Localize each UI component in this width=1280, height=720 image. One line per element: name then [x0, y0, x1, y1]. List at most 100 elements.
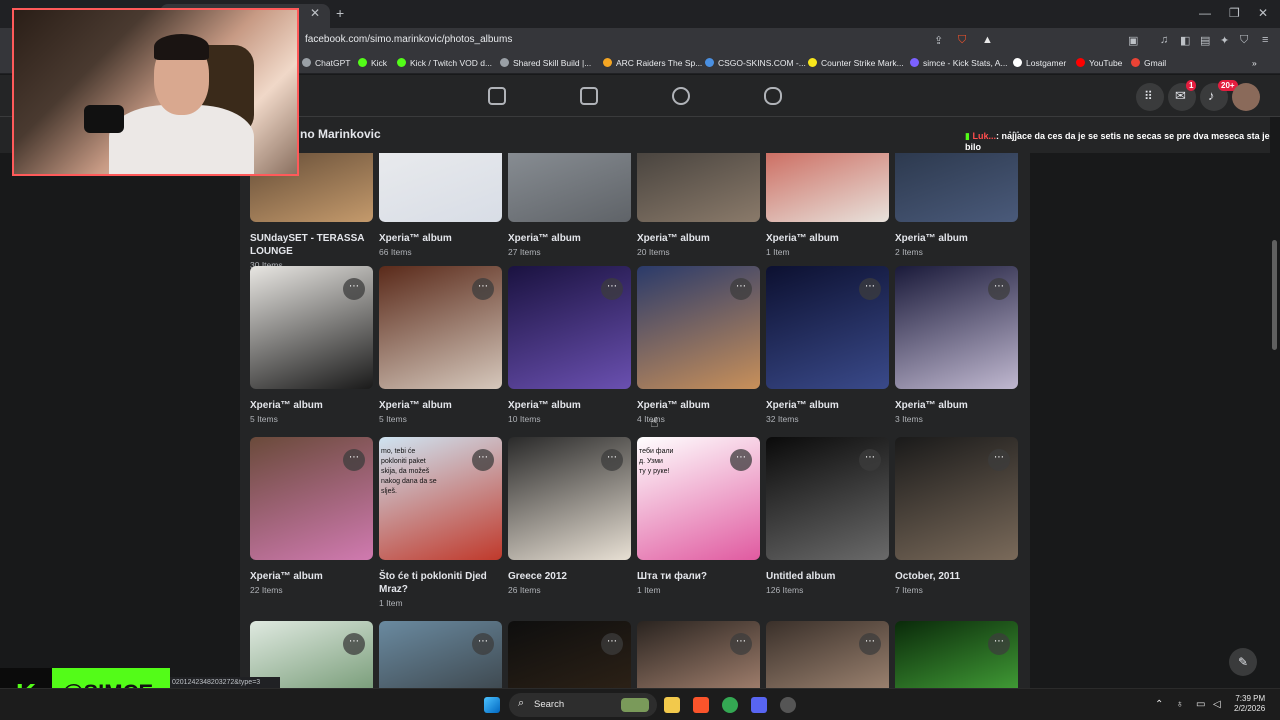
gaming-icon[interactable] — [764, 87, 782, 105]
album-thumbnail[interactable]: ⋯ — [895, 266, 1018, 389]
taskbar-search[interactable]: ⌕ Search — [509, 693, 657, 717]
album-options-button[interactable]: ⋯ — [343, 278, 365, 300]
album-thumbnail[interactable]: ⋯ — [637, 621, 760, 688]
album-options-button[interactable]: ⋯ — [472, 449, 494, 471]
album-thumbnail[interactable]: ⋯ — [766, 621, 889, 688]
album-card[interactable]: Xperia™ album 2 Items — [895, 153, 1018, 257]
album-options-button[interactable]: ⋯ — [472, 633, 494, 655]
brave-icon[interactable] — [693, 697, 709, 713]
album-thumbnail[interactable]: ⋯ — [379, 266, 502, 389]
bookmark-item[interactable]: Counter Strike Mark... — [808, 58, 904, 68]
album-card[interactable]: ⋯ Xperia™ album 32 Items — [766, 266, 889, 424]
address-bar[interactable]: facebook.com/simo.marinkovic/photos_albu… — [305, 34, 512, 45]
album-card[interactable]: ⋯ Greece 2012 26 Items — [508, 437, 631, 595]
volume-icon[interactable]: ◁ — [1213, 699, 1221, 710]
menu-grid-button[interactable]: ⠿ — [1136, 83, 1164, 111]
album-card[interactable]: теби фали д. Узми ту у руке! ⋯ Шта ти фали… — [637, 437, 760, 595]
album-options-button[interactable]: ⋯ — [343, 449, 365, 471]
album-card[interactable]: ⋯ Xperia™ album 5 Items — [379, 266, 502, 424]
menu-icon[interactable]: ≡ — [1262, 34, 1268, 46]
album-thumbnail[interactable]: ⋯ — [508, 437, 631, 560]
scrollbar-thumb[interactable] — [1272, 240, 1277, 350]
album-card[interactable]: mo, tebi će pokloniti paket skija, da mo… — [379, 437, 502, 608]
album-options-button[interactable]: ⋯ — [601, 449, 623, 471]
album-card[interactable]: ⋯ Xperia™ album 4 Items — [637, 266, 760, 424]
album-card[interactable]: ⋯ — [508, 621, 631, 688]
rewards-icon[interactable]: ▲ — [982, 34, 993, 46]
album-thumbnail[interactable]: ⋯ — [895, 437, 1018, 560]
album-thumbnail[interactable]: ⋯ — [508, 621, 631, 688]
bookmark-item[interactable]: Kick / Twitch VOD d... — [397, 58, 492, 68]
album-title[interactable]: Xperia™ album — [637, 399, 760, 412]
album-thumbnail[interactable]: ⋯ — [637, 266, 760, 389]
bookmark-item[interactable]: YouTube — [1076, 58, 1122, 68]
album-card[interactable]: ⋯ — [379, 621, 502, 688]
album-title[interactable]: Xperia™ album — [895, 399, 1018, 412]
album-title[interactable]: Xperia™ album — [508, 399, 631, 412]
album-thumbnail[interactable]: теби фали д. Узми ту у руке! ⋯ — [637, 437, 760, 560]
new-tab-button[interactable]: + — [336, 5, 344, 21]
page-scrollbar[interactable] — [1270, 117, 1280, 688]
album-thumbnail[interactable]: ⋯ — [250, 266, 373, 389]
album-thumbnail[interactable]: ⋯ — [379, 621, 502, 688]
album-thumbnail[interactable] — [766, 153, 889, 222]
tray-overflow-icon[interactable]: ⌃ — [1155, 699, 1163, 710]
album-card[interactable]: ⋯ — [895, 621, 1018, 688]
album-options-button[interactable]: ⋯ — [472, 278, 494, 300]
album-card[interactable]: ⋯ Xperia™ album 10 Items — [508, 266, 631, 424]
sidebar-icon[interactable]: ▣ — [1128, 34, 1138, 47]
album-title[interactable]: Xperia™ album — [250, 399, 373, 412]
video-icon[interactable] — [580, 87, 598, 105]
album-options-button[interactable]: ⋯ — [730, 449, 752, 471]
album-card[interactable]: Xperia™ album 27 Items — [508, 153, 631, 257]
album-thumbnail[interactable] — [379, 153, 502, 222]
album-title[interactable]: Xperia™ album — [250, 570, 373, 583]
album-options-button[interactable]: ⋯ — [601, 278, 623, 300]
album-thumbnail[interactable]: ⋯ — [895, 621, 1018, 688]
album-card[interactable]: ⋯ Xperia™ album 5 Items — [250, 266, 373, 424]
album-card[interactable]: Xperia™ album 1 Item — [766, 153, 889, 257]
album-title[interactable]: Untitled album — [766, 570, 889, 583]
album-options-button[interactable]: ⋯ — [859, 633, 881, 655]
album-title[interactable]: Što će ti pokloniti Djed Mraz? — [379, 570, 502, 596]
groups-icon[interactable] — [672, 87, 690, 105]
album-title[interactable]: Xperia™ album — [766, 232, 889, 245]
leo-icon[interactable]: ✦ — [1220, 34, 1229, 47]
album-options-button[interactable]: ⋯ — [988, 449, 1010, 471]
network-icon[interactable]: ▭ — [1196, 699, 1205, 710]
chrome-icon[interactable] — [722, 697, 738, 713]
album-card[interactable]: ⋯ Xperia™ album 22 Items — [250, 437, 373, 595]
maximize-icon[interactable]: ❐ — [1229, 6, 1240, 20]
album-options-button[interactable]: ⋯ — [859, 449, 881, 471]
start-icon[interactable] — [484, 697, 500, 713]
album-thumbnail[interactable]: ⋯ — [766, 266, 889, 389]
album-title[interactable]: Шта ти фали? — [637, 570, 760, 583]
album-card[interactable]: Xperia™ album 66 Items — [379, 153, 502, 257]
album-card[interactable]: ⋯ Xperia™ album 3 Items — [895, 266, 1018, 424]
mic-icon[interactable]: ♁ — [1176, 699, 1184, 710]
profile-avatar[interactable] — [1232, 83, 1260, 111]
album-card[interactable]: Xperia™ album 20 Items — [637, 153, 760, 257]
profile-name[interactable]: no Marinkovic — [300, 127, 381, 141]
bookmark-item[interactable]: Kick — [358, 58, 387, 68]
album-card[interactable]: ⋯ Untitled album 126 Items — [766, 437, 889, 595]
new-message-button[interactable]: ✎ — [1229, 648, 1257, 676]
album-title[interactable]: Xperia™ album — [895, 232, 1018, 245]
album-options-button[interactable]: ⋯ — [601, 633, 623, 655]
album-title[interactable]: Xperia™ album — [766, 399, 889, 412]
home-icon[interactable] — [488, 87, 506, 105]
brave-shield-icon[interactable]: ⛉ — [958, 34, 966, 47]
bookmark-item[interactable]: simce - Kick Stats, A... — [910, 58, 1008, 68]
album-thumbnail[interactable] — [508, 153, 631, 222]
album-card[interactable]: ⋯ — [766, 621, 889, 688]
album-title[interactable]: Xperia™ album — [637, 232, 760, 245]
bookmark-item[interactable]: CSGO-SKINS.COM -... — [705, 58, 806, 68]
close-window-icon[interactable]: ✕ — [1258, 6, 1268, 20]
album-title[interactable]: Xperia™ album — [379, 232, 502, 245]
bookmark-item[interactable]: Shared Skill Build |... — [500, 58, 591, 68]
album-options-button[interactable]: ⋯ — [988, 278, 1010, 300]
bookmark-item[interactable]: Lostgamer — [1013, 58, 1066, 68]
album-title[interactable]: October, 2011 — [895, 570, 1018, 583]
bookmark-item[interactable]: ChatGPT — [302, 58, 350, 68]
album-title[interactable]: Xperia™ album — [508, 232, 631, 245]
